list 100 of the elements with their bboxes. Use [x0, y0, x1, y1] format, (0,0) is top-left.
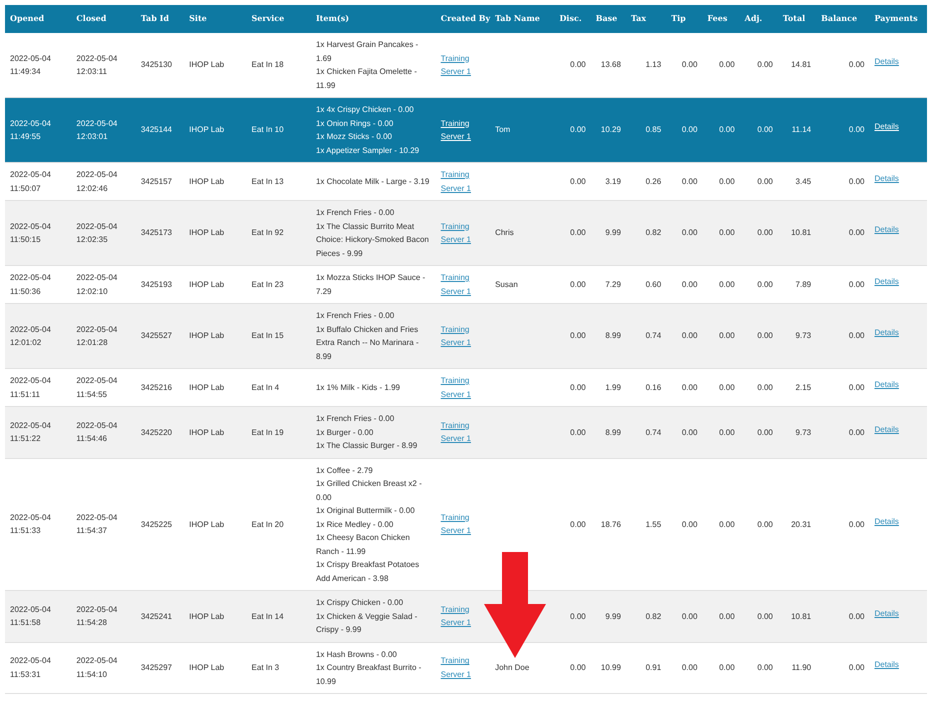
table-cell: 3425144 — [140, 125, 172, 134]
details-link[interactable]: Details — [874, 608, 899, 618]
table-cell: Eat In 3 — [252, 663, 280, 672]
order-item: 1x 1% Milk - Kids - 1.99 — [316, 382, 401, 394]
column-header: Site — [189, 13, 207, 24]
table-cell: 0.82 — [646, 228, 662, 238]
server-link[interactable]: Training Server 1 — [440, 322, 486, 350]
column-header: Item(s) — [316, 13, 350, 24]
table-row[interactable]: 2022-05-04 11:50:07 2022-05-04 12:02:46 3425157 IHOP Lab Eat In 13 1x Chocolate Milk - Large - 3.19 Training Server 1 0.00 3.19 0.26 0.00 0.00 0.00 3.45 0.00 Details — [5, 162, 927, 200]
table-cell: 0.00 — [757, 382, 773, 392]
order-item: 1x Chicken Fajita Omelette - 11.99 — [316, 66, 418, 92]
server-link[interactable]: Training Server 1 — [440, 168, 486, 195]
table-cell: IHOP Lab — [189, 663, 224, 672]
table-cell: 0.00 — [848, 520, 864, 528]
table-cell: 0.16 — [646, 382, 662, 392]
table-cell: 3425297 — [140, 663, 172, 672]
server-link[interactable]: Training Server 1 — [440, 374, 486, 401]
table-cell: 8.99 — [605, 428, 621, 436]
table-cell: 7.29 — [605, 280, 621, 289]
table-cell: 10.81 — [791, 612, 812, 620]
table-cell: 3.45 — [796, 176, 812, 186]
details-link[interactable]: Details — [874, 380, 899, 389]
details-link[interactable]: Details — [874, 328, 899, 338]
table-row[interactable]: 2022-05-04 11:51:58 2022-05-04 11:54:28 3425241 IHOP Lab Eat In 14 1x Crispy Chicken - 0.00 1x Chicken & Veggie Salad - Crispy - 9.99 Training Server 1 0.00 9.99 0.82 0.00 0.00 0.00 10.81 0.00 Details — [5, 590, 927, 642]
order-item: 1x Buffalo Chicken and Fries Extra Ranch -- No Marinara - 8.99 — [316, 324, 420, 362]
table-cell: 0.00 — [570, 228, 586, 238]
table-cell: 0.00 — [757, 280, 773, 289]
table-row[interactable]: 2022-05-04 11:50:36 2022-05-04 12:02:10 3425193 IHOP Lab Eat In 23 1x Mozza Sticks IHOP Sauce - 7.29 Training Server 1 Susan 0.00 7.29 0.60 0.00 0.00 0.00 7.89 0.00 Details — [5, 266, 927, 304]
table-cell: 0.00 — [848, 663, 864, 672]
order-item: 1x Mozza Sticks IHOP Sauce - 7.29 — [316, 272, 426, 298]
table-cell: 3425173 — [140, 228, 172, 238]
table-cell: 0.85 — [646, 125, 662, 134]
table-cell: Eat In 23 — [252, 280, 284, 289]
column-header: Adj. — [744, 13, 762, 24]
server-link[interactable]: Training Server 1 — [440, 220, 486, 246]
column-header: Disc. — [559, 13, 582, 24]
table-cell: 2022-05-04 12:02:46 — [76, 170, 118, 192]
column-header: Opened — [10, 13, 44, 24]
order-item: 1x Onion Rings - 0.00 — [316, 118, 394, 130]
table-cell: 0.82 — [646, 612, 662, 620]
table-cell: 0.26 — [646, 176, 662, 186]
table-cell: 13.68 — [600, 60, 621, 70]
table-cell: 9.73 — [796, 331, 812, 340]
table-cell: 3425225 — [140, 520, 172, 528]
column-header: Tax — [630, 13, 646, 24]
column-header: Tip — [671, 13, 686, 24]
details-link[interactable]: Details — [874, 174, 899, 183]
table-row[interactable] — [5, 406, 927, 458]
column-header: Created By — [440, 13, 490, 24]
details-link[interactable]: Details — [874, 122, 899, 132]
column-header: Total — [782, 13, 806, 24]
column-header: Closed — [76, 13, 106, 24]
table-cell: 2022-05-04 11:50:36 — [10, 273, 51, 296]
server-link[interactable]: Training Server 1 — [440, 418, 486, 446]
server-link[interactable]: Training Server 1 — [440, 510, 486, 538]
server-link[interactable]: Training Server 1 — [440, 654, 486, 682]
table-cell: 0.00 — [719, 663, 735, 672]
table-cell: IHOP Lab — [189, 60, 224, 70]
table-cell: 2022-05-04 11:51:58 — [10, 604, 51, 628]
table-cell: 2022-05-04 11:54:28 — [76, 604, 118, 628]
details-link[interactable]: Details — [874, 424, 899, 434]
table-cell: Eat In 15 — [252, 331, 284, 340]
details-link[interactable]: Details — [874, 225, 899, 234]
order-item: 1x Chicken & Veggie Salad - Crispy - 9.99 — [316, 610, 418, 636]
table-cell: 0.00 — [848, 382, 864, 392]
table-cell: IHOP Lab — [189, 331, 224, 340]
column-header: Balance — [821, 13, 858, 24]
details-link[interactable]: Details — [874, 516, 899, 526]
table-cell: 0.00 — [719, 520, 735, 528]
server-link[interactable]: Training Server 1 — [440, 602, 486, 630]
table-cell: 0.00 — [682, 663, 698, 672]
order-item: 1x Rice Medley - 0.00 — [316, 518, 394, 531]
table-cell: 9.99 — [605, 228, 621, 238]
table-cell: 14.81 — [791, 60, 812, 70]
table-row[interactable]: 2022-05-04 11:51:11 2022-05-04 11:54:55 3425216 IHOP Lab Eat In 4 1x 1% Milk - Kids - 1.99 Training Server 1 0.00 1.99 0.16 0.00 0.00 0.00 2.15 0.00 Details — [5, 368, 927, 406]
order-item: 1x French Fries - 0.00 — [316, 310, 396, 322]
table-cell: IHOP Lab — [189, 612, 224, 620]
table-cell: 0.00 — [682, 428, 698, 436]
table-cell: 2.15 — [796, 382, 812, 392]
table-cell: IHOP Lab — [189, 382, 224, 392]
details-link[interactable]: Details — [874, 57, 899, 66]
column-header: Service — [252, 13, 284, 24]
table-cell: 0.00 — [570, 520, 586, 528]
table-cell: 9.73 — [796, 428, 812, 436]
table-cell: 0.00 — [570, 612, 586, 620]
order-item: 1x Mozz Sticks - 0.00 — [316, 131, 393, 143]
column-header: Tab Name — [495, 13, 540, 24]
order-item: 1x Crispy Breakfast Potatoes Add American - 3.98 — [316, 559, 420, 584]
details-link[interactable]: Details — [874, 276, 899, 286]
table-row[interactable] — [5, 304, 927, 368]
table-cell: IHOP Lab — [189, 428, 224, 436]
table-cell: IHOP Lab — [189, 176, 224, 186]
table-cell: 10.29 — [600, 125, 621, 134]
server-link[interactable]: Training Server 1 — [440, 271, 486, 298]
table-cell: Eat In 19 — [252, 428, 284, 436]
server-link[interactable]: Training Server 1 — [440, 116, 486, 144]
table-cell: 1.55 — [646, 520, 662, 528]
table-cell: Eat In 13 — [252, 176, 284, 186]
server-link[interactable]: Training Server 1 — [440, 52, 486, 78]
details-link[interactable]: Details — [874, 660, 899, 669]
